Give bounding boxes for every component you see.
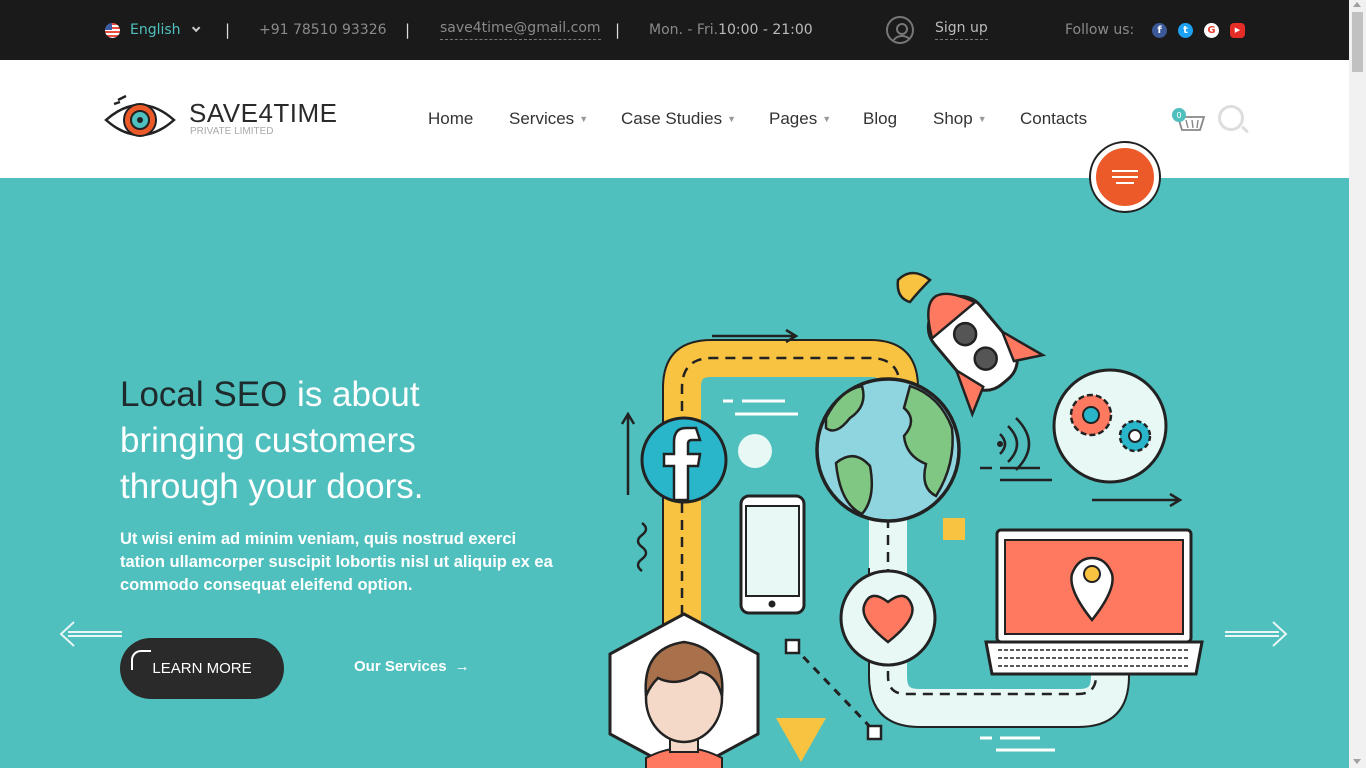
hero-title: Local SEO is about bringing customers th… [120, 372, 540, 510]
cart-button[interactable]: 0 [1172, 108, 1206, 134]
nav-label: Pages [769, 109, 818, 128]
brand-subtitle: PRIVATE LIMITED [190, 126, 274, 137]
social-links: f t G ▶ [1141, 0, 1245, 60]
nav-shop[interactable]: Shop ▼ [933, 108, 987, 130]
language-selector[interactable]: English [105, 0, 200, 60]
nav-pages[interactable]: Pages ▼ [769, 108, 831, 130]
our-services-link[interactable]: Our Services → [354, 658, 470, 675]
caret-down-icon: ▼ [822, 114, 832, 124]
nav-label: Home [428, 109, 474, 128]
hero-title-line3: through your doors. [120, 467, 424, 506]
separator: | [225, 21, 231, 39]
seo-illustration [608, 271, 1204, 768]
hero-title-line2: bringing customers [120, 421, 416, 460]
scrollbar-track[interactable] [1349, 0, 1366, 768]
nav-contacts[interactable]: Contacts [1020, 108, 1087, 130]
caret-down-icon: ▼ [977, 114, 987, 124]
our-services-label: Our Services [354, 658, 447, 675]
user-icon[interactable] [886, 16, 914, 44]
hours-label: Mon. - Fri. [649, 22, 719, 38]
nav-label: Contacts [1020, 109, 1088, 128]
slider-next-arrow-icon[interactable] [1223, 620, 1289, 648]
learn-more-button[interactable]: LEARN MORE [120, 638, 284, 699]
nav-label: Blog [863, 109, 898, 128]
nav-label: Shop [933, 109, 973, 128]
scroll-up-icon[interactable] [1353, 2, 1361, 7]
signup-link[interactable]: Sign up [935, 20, 988, 40]
twitter-icon[interactable]: t [1178, 22, 1193, 38]
menu-line [1116, 182, 1134, 184]
arrow-right-icon: → [454, 658, 470, 675]
separator: | [615, 21, 621, 39]
facebook-icon[interactable]: f [1152, 22, 1167, 38]
email-link[interactable]: save4time@gmail.com [440, 20, 601, 40]
hero-title-highlight: Local SEO [120, 375, 288, 414]
nav-blog[interactable]: Blog [863, 108, 897, 130]
us-flag-icon [105, 22, 120, 38]
slider-prev-arrow-icon[interactable] [58, 620, 124, 648]
google-icon[interactable]: G [1204, 22, 1219, 38]
top-bar: English | +91 78510 93326 | save4time@gm… [0, 0, 1349, 60]
nav-case-studies[interactable]: Case Studies ▼ [621, 108, 736, 130]
hero-slider: Local SEO is about bringing customers th… [0, 178, 1349, 768]
search-icon[interactable] [1218, 105, 1244, 131]
working-hours: Mon. - Fri. 10:00 - 21:00 [649, 0, 813, 60]
phone-number: +91 78510 93326 [259, 22, 387, 38]
hero-title-part: is about [287, 375, 420, 414]
youtube-icon[interactable]: ▶ [1230, 22, 1245, 38]
learn-more-label: LEARN MORE [152, 660, 252, 677]
cart-count-badge: 0 [1172, 108, 1186, 122]
hero-description: Ut wisi enim ad minim veniam, quis nostr… [120, 530, 553, 594]
scroll-down-icon[interactable] [1353, 759, 1361, 764]
menu-line [1112, 170, 1138, 172]
hours-value: 10:00 - 21:00 [718, 22, 813, 38]
caret-down-icon: ▼ [727, 114, 737, 124]
separator: | [405, 21, 411, 39]
nav-label: Case Studies [621, 109, 723, 128]
eye-logo-icon[interactable] [104, 92, 176, 146]
menu-line [1112, 176, 1138, 178]
hamburger-menu-button[interactable] [1091, 143, 1159, 211]
follow-label: Follow us: [1065, 22, 1135, 38]
brand-name[interactable]: SAVE4TIME [189, 98, 338, 129]
caret-down-icon: ▼ [579, 114, 589, 124]
nav-home[interactable]: Home [428, 108, 473, 130]
chevron-down-icon [191, 23, 200, 33]
scrollbar-thumb[interactable] [1352, 12, 1363, 72]
language-label: English [130, 22, 181, 38]
nav-label: Services [509, 109, 575, 128]
nav-services[interactable]: Services ▼ [509, 108, 588, 130]
